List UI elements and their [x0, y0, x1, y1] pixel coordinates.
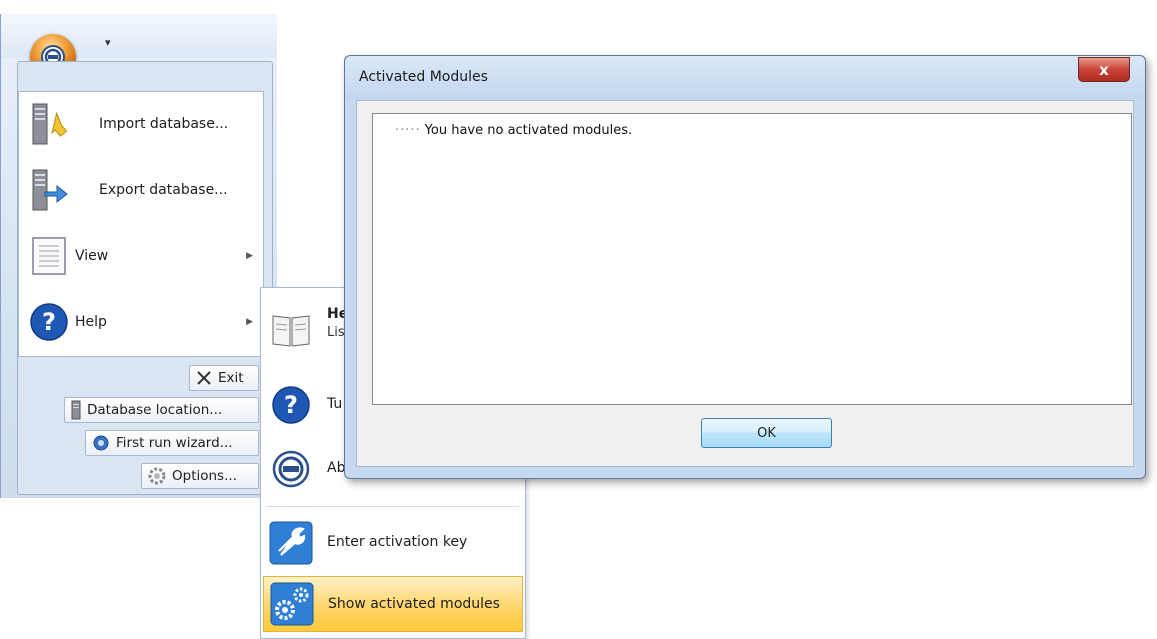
exit-button[interactable]: Exit: [189, 365, 259, 391]
activated-modules-dialog: Activated Modules x ····· You have no act…: [344, 55, 1146, 479]
submenu-item-show-activated-modules[interactable]: Show activated modules: [263, 576, 523, 632]
import-database-icon: [27, 102, 71, 146]
tree-connector: ·····: [395, 123, 421, 138]
menu-item-label: Import database...: [99, 116, 229, 132]
close-button[interactable]: x: [1078, 57, 1130, 82]
exit-button-label: Exit: [218, 370, 244, 386]
svg-text:?: ?: [284, 391, 298, 419]
menu-separator: [267, 506, 519, 507]
submenu-arrow-icon: ▶: [246, 317, 253, 327]
menu-item-label: Export database...: [99, 182, 228, 198]
submenu-item-label: Ab: [327, 460, 346, 476]
menu-item-label: Help: [75, 314, 107, 330]
first-run-wizard-button[interactable]: First run wizard...: [85, 430, 259, 456]
ok-button[interactable]: OK: [701, 418, 832, 448]
submenu-item-label: Enter activation key: [327, 534, 468, 550]
app-logo-icon: [269, 447, 313, 491]
submenu-arrow-icon: ▶: [246, 251, 253, 261]
application-menu-items: Import database... Export database... Vi…: [18, 91, 264, 357]
close-x-icon: [196, 370, 212, 386]
submenu-item-enter-activation-key[interactable]: Enter activation key: [261, 516, 525, 570]
menu-item-export-database[interactable]: Export database...: [19, 158, 263, 222]
document-view-icon: [27, 234, 71, 278]
modules-tree-view[interactable]: ····· You have no activated modules.: [372, 113, 1132, 405]
submenu-item-label: Tu: [327, 396, 343, 412]
export-database-icon: [27, 168, 71, 212]
menu-item-view[interactable]: View ▶: [19, 224, 263, 288]
help-icon: ?: [269, 383, 313, 427]
menu-item-help[interactable]: ? Help ▶: [19, 290, 263, 354]
database-location-label: Database location...: [87, 402, 223, 418]
wrench-icon: [269, 521, 313, 565]
dialog-title: Activated Modules: [359, 69, 488, 85]
dialog-body: ····· You have no activated modules. OK: [356, 100, 1134, 467]
options-label: Options...: [172, 468, 237, 484]
database-location-button[interactable]: Database location...: [64, 397, 259, 423]
help-icon: ?: [27, 300, 71, 344]
submenu-item-description: Lis: [327, 325, 345, 340]
gears-icon: [270, 582, 314, 626]
quick-access-dropdown[interactable]: ▾: [105, 36, 111, 49]
options-button[interactable]: Options...: [141, 463, 259, 489]
menu-item-import-database[interactable]: Import database...: [19, 92, 263, 156]
ok-button-label: OK: [757, 425, 776, 441]
empty-modules-text: You have no activated modules.: [424, 123, 633, 138]
wizard-gear-icon: [92, 434, 110, 452]
first-run-wizard-label: First run wizard...: [116, 435, 233, 451]
empty-modules-message: ····· You have no activated modules.: [395, 123, 632, 138]
submenu-item-label: Show activated modules: [328, 596, 500, 612]
book-icon: [269, 308, 313, 352]
app-window: ▾ Import database... Export database... …: [0, 14, 277, 498]
database-server-icon: [71, 400, 81, 420]
menu-item-label: View: [75, 248, 109, 264]
close-icon: x: [1099, 60, 1109, 79]
svg-text:?: ?: [42, 308, 56, 336]
gear-icon: [148, 467, 166, 485]
